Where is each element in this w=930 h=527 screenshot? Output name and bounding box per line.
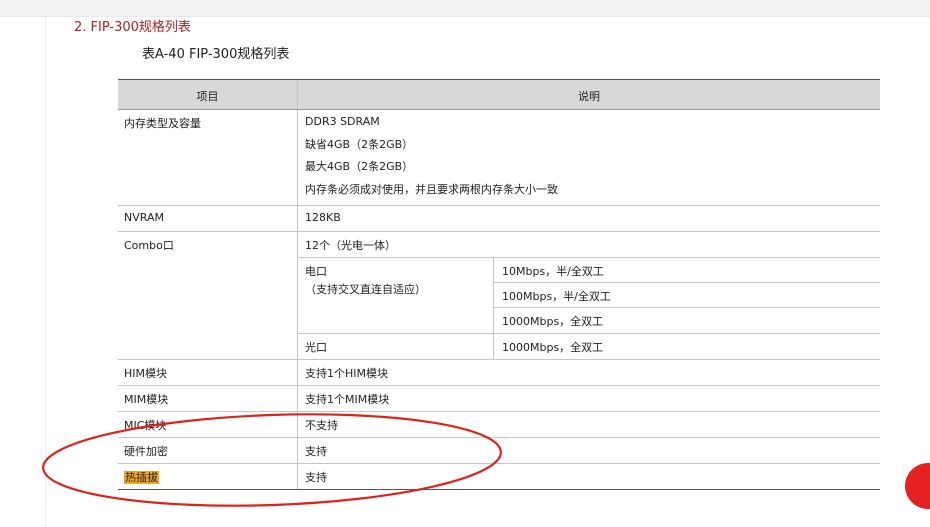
mic-label: MIC模块 (118, 412, 298, 437)
left-rule (45, 16, 46, 527)
table-row-mic: MIC模块 不支持 (118, 412, 880, 438)
table-row-hotswap: 热插拔 支持 (118, 464, 880, 489)
nvram-value: 128KB (305, 211, 341, 224)
table-header-row: 项目 说明 (118, 80, 880, 110)
mim-value: 支持1个MIM模块 (305, 393, 390, 406)
speed-cell: 10Mbps，半/全双工 (494, 258, 880, 283)
combo-desc: 12个（光电一体） 电口 （支持交叉直连自适应） 10Mbps，半/全双工 10… (298, 232, 880, 359)
nvram-label: NVRAM (118, 206, 298, 231)
electrical-label: 电口 (305, 265, 327, 278)
electrical-speeds: 10Mbps，半/全双工 100Mbps，半/全双工 1000Mbps，全双工 (494, 258, 880, 333)
electrical-note: （支持交叉直连自适应） (305, 283, 426, 296)
header-desc: 说明 (578, 90, 600, 103)
table-row-combo: Combo口 12个（光电一体） 电口 （支持交叉直连自适应） 10Mbps，半… (118, 232, 880, 360)
memory-line: 内存条必须成对使用，并且要求两根内存条大小一致 (305, 182, 558, 196)
memory-line: 缺省4GB（2条2GB） (305, 137, 414, 151)
combo-electrical: 电口 （支持交叉直连自适应） 10Mbps，半/全双工 100Mbps，半/全双… (298, 258, 880, 334)
memory-desc: DDR3 SDRAM 缺省4GB（2条2GB） 最大4GB（2条2GB） 内存条… (298, 110, 880, 205)
speed-cell: 100Mbps，半/全双工 (494, 283, 880, 308)
combo-detail: 电口 （支持交叉直连自适应） 10Mbps，半/全双工 100Mbps，半/全双… (298, 257, 880, 359)
hotswap-cell: 热插拔 (118, 464, 298, 489)
memory-line: 最大4GB（2条2GB） (305, 160, 414, 173)
combo-label: Combo口 (118, 232, 298, 359)
document-page: 2. FIP-300规格列表 表A-40 FIP-300规格列表 项目 说明 内… (0, 0, 930, 527)
hotswap-value: 支持 (305, 471, 327, 484)
table-row-nvram: NVRAM 128KB (118, 206, 880, 232)
him-value: 支持1个HIM模块 (305, 367, 389, 380)
crypto-value: 支持 (305, 445, 327, 458)
optical-label: 光口 (298, 334, 494, 359)
table-row-mim: MIM模块 支持1个MIM模块 (118, 386, 880, 412)
top-bar (0, 0, 930, 17)
spec-table: 项目 说明 内存类型及容量 DDR3 SDRAM 缺省4GB（2条2GB） 最大… (118, 79, 880, 490)
header-item: 项目 (118, 80, 298, 109)
memory-line: DDR3 SDRAM (305, 115, 380, 128)
hotswap-label: 热插拔 (124, 471, 159, 484)
optical-speed: 1000Mbps，全双工 (502, 341, 604, 354)
mim-label: MIM模块 (118, 386, 298, 411)
table-row-him: HIM模块 支持1个HIM模块 (118, 360, 880, 386)
table-caption: 表A-40 FIP-300规格列表 (142, 47, 290, 62)
table-row-memory: 内存类型及容量 DDR3 SDRAM 缺省4GB（2条2GB） 最大4GB（2条… (118, 110, 880, 206)
section-title[interactable]: 2. FIP-300规格列表 (74, 19, 191, 37)
floating-action-button[interactable] (905, 463, 930, 509)
table-row-crypto: 硬件加密 支持 (118, 438, 880, 464)
electrical-cell: 电口 （支持交叉直连自适应） (298, 258, 494, 333)
mic-value: 不支持 (305, 419, 338, 432)
combo-summary: 12个（光电一体） (305, 239, 396, 252)
speed-cell: 1000Mbps，全双工 (502, 315, 604, 328)
combo-optical: 光口 1000Mbps，全双工 (298, 334, 880, 359)
memory-label: 内存类型及容量 (118, 110, 298, 205)
him-label: HIM模块 (118, 360, 298, 385)
crypto-label: 硬件加密 (118, 438, 298, 463)
